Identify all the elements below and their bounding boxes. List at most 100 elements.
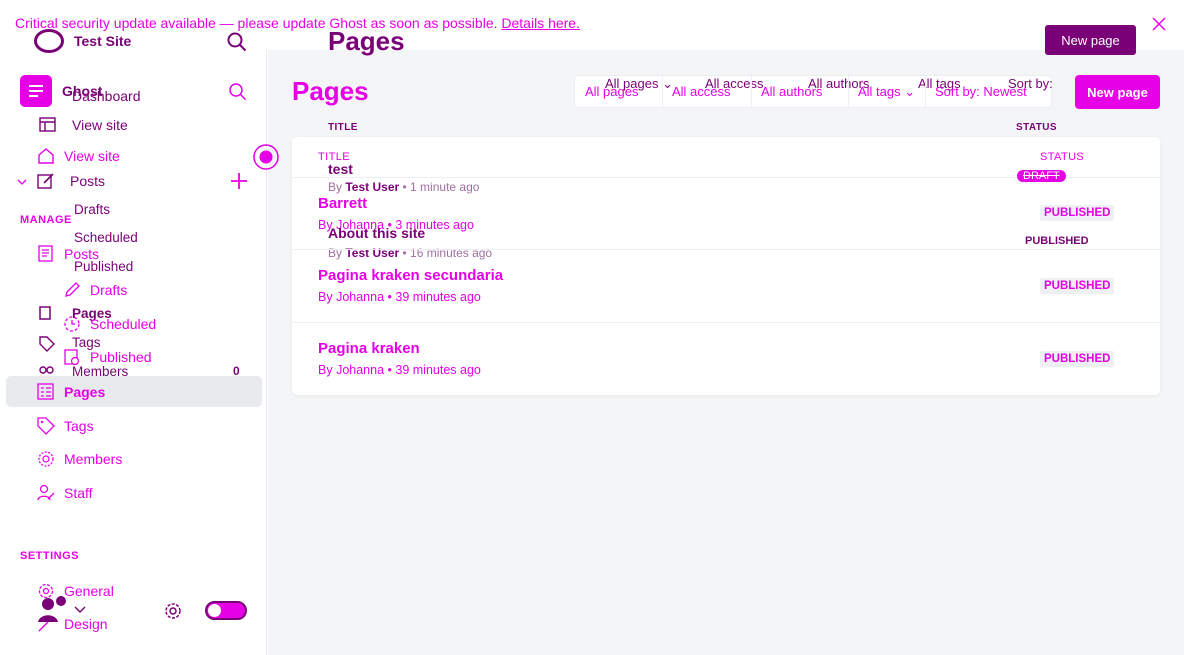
nav-pages[interactable]: Pages: [36, 382, 105, 402]
close-icon[interactable]: [1150, 15, 1168, 33]
site-logo-icon: [34, 29, 64, 53]
pages-table: TITLE STATUS test By Test User • 1 minut…: [292, 137, 1160, 395]
filter-divider: [925, 76, 926, 107]
settings-gear-icon[interactable]: [162, 600, 184, 622]
overlay-row-title[interactable]: test: [328, 161, 353, 177]
nav-published-overlay[interactable]: Published: [74, 259, 133, 274]
nav-scheduled-overlay[interactable]: Scheduled: [74, 230, 138, 245]
banner-text: Critical security update available — ple…: [15, 15, 580, 31]
nav-dashboard[interactable]: Dashboard: [72, 88, 141, 104]
row-divider: [292, 249, 1160, 250]
row-by: By: [318, 290, 333, 304]
nav-general-label: General: [64, 583, 114, 599]
nav-drafts-overlay[interactable]: Drafts: [74, 202, 110, 217]
nav-scheduled[interactable]: Scheduled: [62, 314, 156, 334]
banner-details-link[interactable]: Details here.: [501, 15, 580, 31]
nav-members[interactable]: Members: [36, 449, 122, 469]
search-icon[interactable]: [226, 31, 248, 53]
page-icon: [38, 305, 54, 321]
status-badge: PUBLISHED: [1040, 205, 1115, 221]
nav-design-label: Design: [64, 616, 108, 632]
nav-posts-overlay-label: Posts: [70, 173, 106, 189]
row-divider: [292, 322, 1160, 323]
status-badge: PUBLISHED: [1040, 351, 1115, 367]
record-icon[interactable]: [252, 143, 280, 171]
document-icon: [36, 244, 56, 264]
nav-drafts-label: Drafts: [90, 282, 128, 298]
site-name[interactable]: Test Site: [74, 33, 131, 49]
manage-section-label: MANAGE: [20, 214, 72, 226]
filter-all-tags-label: All tags: [858, 84, 901, 99]
sidebar-divider: [266, 50, 267, 655]
column-status-overlay: STATUS: [1016, 122, 1057, 133]
clock-icon: [62, 314, 82, 334]
row-time: 39 minutes ago: [395, 290, 481, 304]
row-time: 39 minutes ago: [395, 363, 481, 377]
nav-published-label: Published: [90, 349, 152, 365]
nav-tags-label: Tags: [64, 418, 94, 434]
members-icon: [36, 449, 56, 469]
nav-drafts[interactable]: Drafts: [62, 280, 127, 300]
nav-scheduled-label: Scheduled: [90, 316, 157, 332]
banner-message: Critical security update available — ple…: [15, 15, 498, 31]
nav-design[interactable]: Design: [36, 614, 108, 634]
filter-all-access-overlay-label: All access: [705, 76, 764, 91]
toggle-knob: [208, 604, 221, 617]
window-icon: [38, 115, 58, 135]
nav-staff[interactable]: Staff: [36, 483, 93, 503]
page-title: Pages: [292, 76, 369, 106]
nav-members-label: Members: [64, 451, 123, 467]
nav-view-site[interactable]: View site: [36, 146, 120, 166]
column-title-overlay: TITLE: [328, 122, 358, 133]
nav-staff-label: Staff: [64, 485, 93, 501]
nav-posts-overlay[interactable]: Posts: [36, 171, 105, 191]
row-title-barrett[interactable]: Barrett: [318, 195, 367, 212]
filter-all-access-overlay[interactable]: All access: [705, 68, 764, 99]
settings-section-label: SETTINGS: [20, 550, 80, 562]
update-banner: Critical security update available — ple…: [0, 0, 1184, 50]
row-title-pagina-kraken-secundaria[interactable]: Pagina kraken secundaria: [318, 267, 503, 284]
overlay-row-meta: By Test User • 1 minute ago: [328, 180, 480, 194]
status-badge: PUBLISHED: [1040, 278, 1115, 294]
pencil-icon: [62, 280, 82, 300]
pages-icon: [36, 382, 56, 402]
nav-view-site-overlay-label: View site: [72, 117, 128, 133]
nav-pages-label: Pages: [64, 384, 106, 400]
filter-sort-overlay[interactable]: Sort by: Newest: [1008, 68, 1052, 99]
tag-icon: [38, 335, 56, 353]
ghost-logo-icon[interactable]: [20, 75, 52, 107]
overlay-row-author: Test User: [345, 180, 400, 194]
column-status: STATUS: [1040, 151, 1085, 163]
overlay-status-published: PUBLISHED: [1025, 235, 1089, 247]
edit-icon: [36, 171, 56, 191]
search-icon[interactable]: [228, 82, 248, 102]
page-title-overlay: Pages: [328, 26, 405, 56]
filter-all-tags[interactable]: All tags ⌄: [858, 76, 915, 107]
row-by: By: [318, 363, 333, 377]
new-page-button-overlay[interactable]: New page: [1045, 25, 1136, 55]
nav-view-site-overlay[interactable]: View site: [38, 115, 128, 135]
members-icon-overlay: [38, 366, 56, 376]
overlay-row-title[interactable]: About this site: [328, 225, 425, 241]
row-meta: By Johanna • 39 minutes ago: [318, 363, 481, 377]
filter-divider: [751, 76, 752, 107]
overlay-row-time: 1 minute ago: [410, 180, 480, 194]
chevron-down-icon[interactable]: [16, 176, 28, 188]
filter-divider: [662, 76, 663, 107]
row-author: Johanna: [336, 290, 385, 304]
row-title-pagina-kraken[interactable]: Pagina kraken: [318, 340, 420, 357]
staff-icon: [36, 483, 56, 503]
new-page-button[interactable]: New page: [1075, 75, 1160, 109]
overlay-row-by: By: [328, 180, 343, 194]
nav-tags[interactable]: Tags: [36, 416, 94, 436]
add-post-icon[interactable]: [229, 171, 249, 191]
filter-all-pages-overlay-label: All pages: [605, 76, 659, 91]
filter-divider: [848, 76, 849, 107]
brush-icon: [36, 614, 56, 634]
home-icon: [36, 146, 56, 166]
filter-sort-overlay-label: Sort by: Newest: [1008, 76, 1052, 91]
tag-icon: [36, 416, 56, 436]
filter-bar: All pages All pages ⌄ All access All acc…: [574, 75, 1052, 108]
row-meta: By Johanna • 39 minutes ago: [318, 290, 481, 304]
nav-view-site-label: View site: [64, 148, 120, 164]
